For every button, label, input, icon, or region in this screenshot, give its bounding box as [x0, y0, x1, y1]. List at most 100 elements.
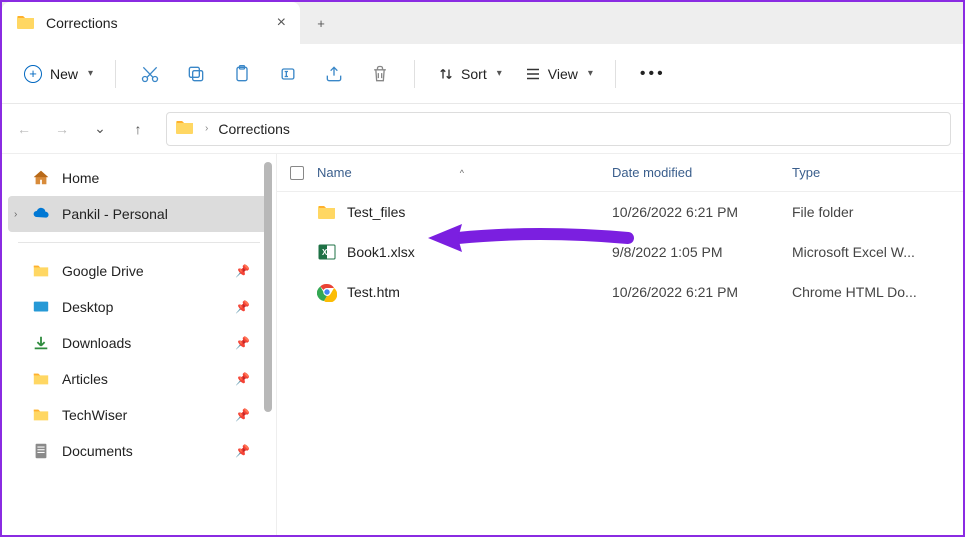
pin-icon: 📌 [235, 300, 250, 314]
plus-circle-icon: + [24, 65, 42, 83]
delete-button[interactable] [358, 54, 402, 94]
chevron-down-icon: ▾ [88, 68, 93, 79]
folder-icon [317, 202, 337, 222]
sidebar-item-label: Pankil - Personal [62, 206, 168, 222]
home-icon [32, 169, 50, 187]
address-bar[interactable]: › Corrections [166, 112, 951, 146]
sort-label: Sort [461, 66, 487, 82]
sidebar-item-documents[interactable]: Documents 📌 [2, 433, 276, 469]
tab-corrections[interactable]: Corrections × [2, 2, 300, 44]
new-button[interactable]: + New ▾ [14, 59, 103, 89]
sidebar-item-downloads[interactable]: Downloads 📌 [2, 325, 276, 361]
column-headers: Name ^ Date modified Type [277, 154, 963, 192]
column-name[interactable]: Name ^ [317, 165, 612, 180]
new-button-label: New [50, 66, 78, 82]
file-row[interactable]: X Book1.xlsx 9/8/2022 1:05 PM Microsoft … [277, 232, 963, 272]
desktop-icon [32, 298, 50, 316]
sort-icon [437, 65, 455, 83]
sidebar-item-home[interactable]: Home [2, 160, 276, 196]
navigation-row: ← → ⌄ ↑ › Corrections [2, 104, 963, 154]
pin-icon: 📌 [235, 408, 250, 422]
rename-button[interactable] [266, 54, 310, 94]
separator [414, 60, 415, 88]
pin-icon: 📌 [235, 336, 250, 350]
file-row[interactable]: Test_files 10/26/2022 6:21 PM File folde… [277, 192, 963, 232]
view-button[interactable]: View ▾ [514, 59, 603, 89]
separator [18, 242, 260, 243]
body: Home › Pankil - Personal Google Drive 📌 … [2, 154, 963, 535]
column-label: Type [792, 165, 820, 180]
file-type: Chrome HTML Do... [792, 284, 963, 300]
folder-icon [175, 117, 195, 140]
sidebar-item-label: Articles [62, 371, 108, 387]
sidebar-item-articles[interactable]: Articles 📌 [2, 361, 276, 397]
view-label: View [548, 66, 578, 82]
pin-icon: 📌 [235, 372, 250, 386]
column-type[interactable]: Type [792, 165, 963, 180]
view-icon [524, 65, 542, 83]
download-icon [32, 334, 50, 352]
pin-icon: 📌 [235, 444, 250, 458]
file-type: File folder [792, 204, 963, 220]
tab-strip: Corrections × + [2, 2, 963, 44]
sidebar-item-label: Downloads [62, 335, 131, 351]
select-all-checkbox[interactable] [277, 166, 317, 180]
column-label: Date modified [612, 165, 692, 180]
plus-icon: + [317, 16, 325, 31]
chevron-right-icon[interactable]: › [14, 209, 17, 220]
folder-icon [32, 370, 50, 388]
scrollbar[interactable] [264, 162, 272, 412]
separator [115, 60, 116, 88]
file-date: 9/8/2022 1:05 PM [612, 244, 792, 260]
more-button[interactable]: ••• [628, 59, 678, 89]
sidebar-item-techwiser[interactable]: TechWiser 📌 [2, 397, 276, 433]
forward-button[interactable]: → [52, 121, 72, 137]
copy-button[interactable] [174, 54, 218, 94]
folder-icon [16, 12, 36, 35]
column-date[interactable]: Date modified [612, 165, 792, 180]
sidebar-item-googledrive[interactable]: Google Drive 📌 [2, 253, 276, 289]
svg-text:X: X [322, 248, 328, 257]
sidebar-item-label: TechWiser [62, 407, 127, 423]
breadcrumb-segment[interactable]: Corrections [218, 121, 290, 137]
folder-icon [32, 406, 50, 424]
close-icon[interactable]: × [277, 14, 286, 32]
tab-title: Corrections [46, 15, 118, 31]
excel-icon: X [317, 242, 337, 262]
up-button[interactable]: ↑ [128, 121, 148, 137]
sort-asc-icon: ^ [460, 168, 464, 178]
document-icon [32, 442, 50, 460]
sidebar-item-label: Documents [62, 443, 133, 459]
onedrive-icon [32, 205, 50, 223]
chevron-down-icon: ▾ [588, 68, 593, 79]
file-name: Test_files [347, 204, 405, 220]
paste-button[interactable] [220, 54, 264, 94]
sidebar-item-onedrive[interactable]: › Pankil - Personal [8, 196, 268, 232]
file-row[interactable]: Test.htm 10/26/2022 6:21 PM Chrome HTML … [277, 272, 963, 312]
sidebar: Home › Pankil - Personal Google Drive 📌 … [2, 154, 277, 535]
file-date: 10/26/2022 6:21 PM [612, 284, 792, 300]
file-name: Test.htm [347, 284, 400, 300]
file-list: Name ^ Date modified Type Test_files 10/… [277, 154, 963, 535]
sidebar-item-desktop[interactable]: Desktop 📌 [2, 289, 276, 325]
separator [615, 60, 616, 88]
share-button[interactable] [312, 54, 356, 94]
back-button[interactable]: ← [14, 121, 34, 137]
column-label: Name [317, 165, 352, 180]
cut-button[interactable] [128, 54, 172, 94]
sidebar-item-label: Google Drive [62, 263, 144, 279]
folder-icon [32, 262, 50, 280]
recent-dropdown[interactable]: ⌄ [90, 120, 110, 137]
chrome-icon [317, 282, 337, 302]
file-name: Book1.xlsx [347, 244, 415, 260]
file-type: Microsoft Excel W... [792, 244, 963, 260]
file-date: 10/26/2022 6:21 PM [612, 204, 792, 220]
pin-icon: 📌 [235, 264, 250, 278]
sort-button[interactable]: Sort ▾ [427, 59, 512, 89]
toolbar: + New ▾ Sort ▾ View ▾ ••• [2, 44, 963, 104]
sidebar-item-label: Home [62, 170, 99, 186]
new-tab-button[interactable]: + [300, 2, 342, 44]
sidebar-item-label: Desktop [62, 299, 113, 315]
chevron-down-icon: ▾ [497, 68, 502, 79]
chevron-right-icon: › [205, 123, 208, 134]
